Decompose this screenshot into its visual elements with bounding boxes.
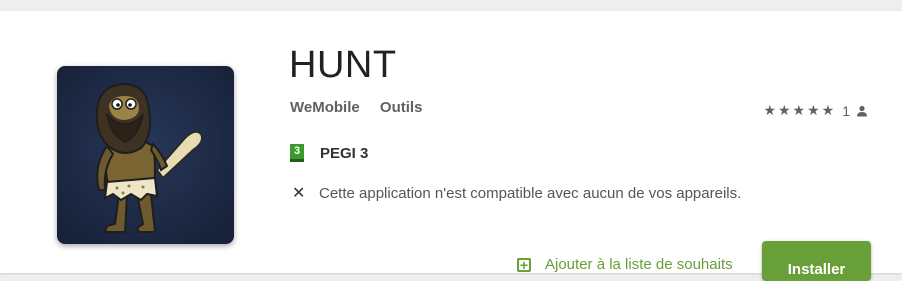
wishlist-button[interactable]: + Ajouter à la liste de souhaits bbox=[517, 256, 733, 273]
person-icon bbox=[857, 105, 867, 116]
app-details-card: HUNT WeMobile Outils ★★★★★ 1 3 PEGI 3 ✕ … bbox=[0, 11, 902, 273]
pegi-badge-icon: 3 bbox=[290, 144, 304, 162]
install-button[interactable]: Installer bbox=[762, 241, 871, 281]
pegi-badge-number: 3 bbox=[293, 145, 301, 157]
app-title: HUNT bbox=[289, 44, 397, 86]
content-rating: 3 PEGI 3 bbox=[290, 144, 368, 162]
add-to-wishlist-icon: + bbox=[517, 257, 531, 272]
wishlist-label: Ajouter à la liste de souhaits bbox=[545, 256, 733, 273]
caveman-app-icon bbox=[57, 66, 234, 244]
category-link[interactable]: Outils bbox=[380, 99, 423, 116]
rating-summary: ★★★★★ 1 bbox=[763, 102, 868, 119]
app-icon bbox=[57, 66, 234, 244]
developer-row: WeMobile Outils bbox=[290, 99, 422, 116]
developer-link[interactable]: WeMobile bbox=[290, 99, 360, 116]
close-icon: ✕ bbox=[292, 185, 306, 202]
rating-count: 1 bbox=[842, 102, 850, 119]
pegi-label: PEGI 3 bbox=[320, 144, 369, 162]
star-rating-icons: ★★★★★ bbox=[763, 102, 837, 118]
compatibility-notice: ✕ Cette application n'est compatible ave… bbox=[292, 183, 741, 203]
compatibility-message: Cette application n'est compatible avec … bbox=[319, 184, 742, 202]
